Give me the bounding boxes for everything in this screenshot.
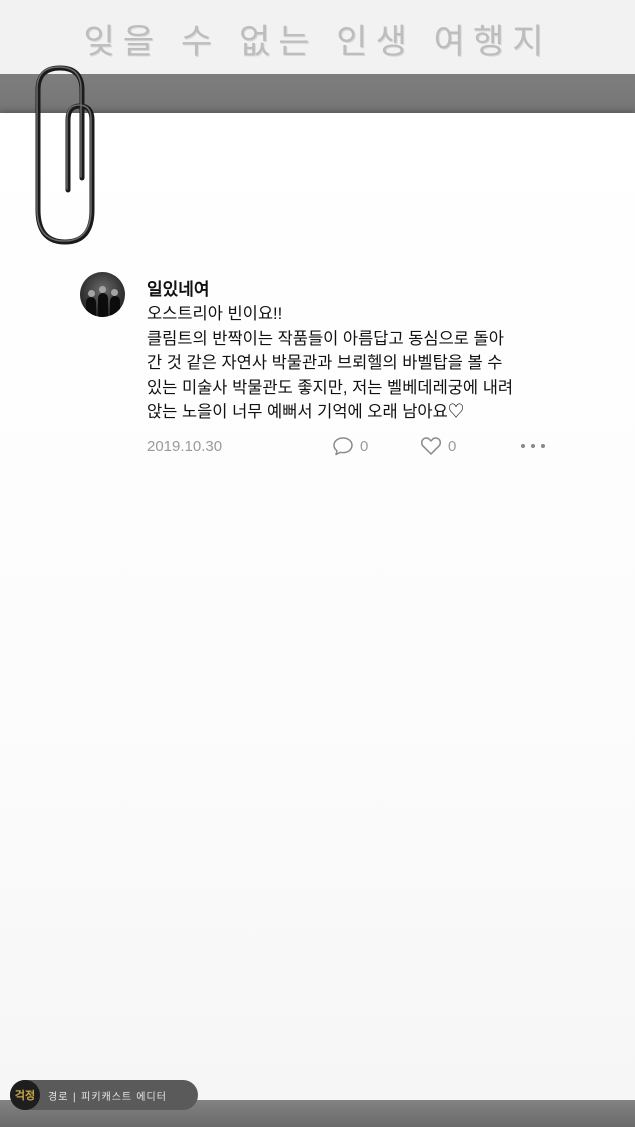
page-title: 잊을 수 없는 인생 여행지 [83,22,552,62]
more-dots-icon[interactable] [521,436,545,456]
avatar[interactable] [80,272,125,317]
like-count: 0 [448,437,457,455]
post-line: 클림트의 반짝이는 작품들이 아름답고 동심으로 돌아 [147,329,504,348]
post-line: 앉는 노을이 너무 예뻐서 기억에 오래 남아요♡ [147,403,465,421]
heart-icon [420,437,442,455]
post-meta: 2019.10.30 0 0 [147,436,547,458]
like-button[interactable]: 0 [420,436,456,456]
speech-bubble-icon [333,437,353,456]
post-date: 2019.10.30 [147,438,223,455]
comment-button[interactable]: 0 [332,436,368,456]
comment-count: 0 [360,437,369,455]
post-line: 있는 미술사 박물관도 좋지만, 저는 벨베데레궁에 내려 [147,378,514,397]
watermark: 걱정 경로 | 피키캐스트 에디터 [10,1080,198,1110]
post-line: 간 것 같은 자연사 박물관과 브뢰헬의 바벨탑을 볼 수 [147,354,503,372]
post-line: 오스트리아 빈이요!! [147,305,283,323]
paper-sheet [0,113,635,1103]
username[interactable]: 일있네여 [147,275,210,300]
watermark-logo: 걱정 [10,1080,40,1110]
paperclip-icon [35,65,95,245]
post-text: 오스트리아 빈이요!! 클림트의 반짝이는 작품들이 아름답고 동심으로 돌아 … [147,302,567,425]
watermark-text: 경로 | 피키캐스트 에디터 [48,1091,167,1103]
